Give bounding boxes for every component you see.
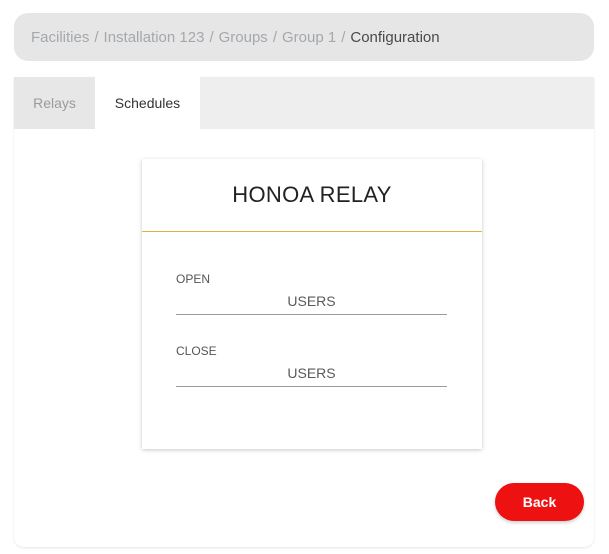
breadcrumb: Facilities / Installation 123 / Groups /… <box>14 13 594 61</box>
relay-card: HONOA RELAY OPEN USERS CLOSE USERS <box>142 159 482 449</box>
open-field-label: OPEN <box>176 272 211 286</box>
card-header: HONOA RELAY <box>142 159 482 232</box>
breadcrumb-separator: / <box>272 28 277 46</box>
page: Facilities / Installation 123 / Groups /… <box>0 0 609 554</box>
breadcrumb-facilities[interactable]: Facilities <box>31 29 89 46</box>
breadcrumb-separator: / <box>209 28 214 46</box>
breadcrumb-group[interactable]: Group 1 <box>282 29 336 46</box>
tab-relays[interactable]: Relays <box>14 77 95 129</box>
close-field: CLOSE USERS <box>176 344 447 387</box>
breadcrumb-groups[interactable]: Groups <box>219 29 268 46</box>
back-button[interactable]: Back <box>495 483 584 521</box>
content-panel: Relays Schedules HONOA RELAY OPEN USERS … <box>14 77 594 547</box>
breadcrumb-separator: / <box>341 28 346 46</box>
tab-schedules[interactable]: Schedules <box>95 77 200 129</box>
close-users-select[interactable]: USERS <box>176 364 447 387</box>
tab-strip: Relays Schedules <box>14 77 594 129</box>
open-users-select[interactable]: USERS <box>176 292 447 315</box>
breadcrumb-current: Configuration <box>350 28 440 46</box>
open-field: OPEN USERS <box>176 272 447 315</box>
close-field-label: CLOSE <box>176 344 217 358</box>
card-title: HONOA RELAY <box>232 182 392 207</box>
breadcrumb-separator: / <box>94 28 99 46</box>
breadcrumb-installation[interactable]: Installation 123 <box>104 29 205 46</box>
